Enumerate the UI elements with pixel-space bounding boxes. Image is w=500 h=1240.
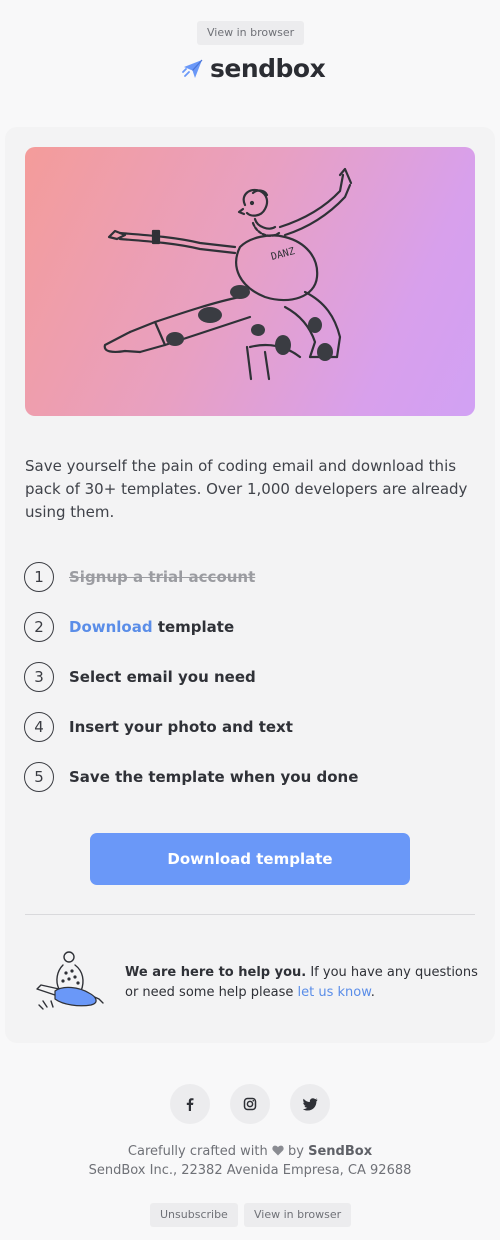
paper-plane-icon — [182, 59, 203, 78]
step-text: Select email you need — [69, 668, 256, 686]
step-5: 5 Save the template when you done — [24, 762, 358, 792]
footer-crafted-text: Carefully crafted with — [127, 1144, 268, 1159]
heart-icon — [272, 1145, 284, 1156]
shirt-text: DANZ — [270, 246, 296, 263]
instagram-icon — [243, 1097, 257, 1111]
step-number: 5 — [24, 762, 54, 792]
step-3: 3 Select email you need — [24, 662, 256, 692]
hero-illustration: DANZ — [25, 147, 475, 416]
dancer-illustration: DANZ — [103, 167, 353, 381]
step-text: template — [152, 618, 235, 636]
step-2: 2 Download template — [24, 612, 234, 642]
view-in-browser-link[interactable]: View in browser — [197, 21, 305, 45]
facebook-icon — [186, 1098, 194, 1111]
facebook-button[interactable] — [170, 1084, 210, 1124]
step-number: 2 — [24, 612, 54, 642]
contact-link[interactable]: let us know — [298, 985, 371, 1000]
unsubscribe-link[interactable]: Unsubscribe — [150, 1203, 238, 1227]
step-text: Insert your photo and text — [69, 718, 293, 736]
help-end: . — [370, 985, 375, 1000]
step-1: 1 Signup a trial account — [24, 562, 255, 592]
divider — [25, 914, 475, 915]
twitter-icon — [302, 1097, 317, 1110]
logo: sendbox — [182, 54, 326, 83]
download-template-button[interactable]: Download template — [90, 833, 410, 885]
footer-crafted: Carefully crafted with by SendBox — [0, 1144, 500, 1159]
help-text: We are here to help you. If you have any… — [125, 963, 480, 1003]
instagram-button[interactable] — [230, 1084, 270, 1124]
download-link[interactable]: Download — [69, 618, 153, 636]
step-number: 1 — [24, 562, 54, 592]
step-number: 3 — [24, 662, 54, 692]
twitter-button[interactable] — [290, 1084, 330, 1124]
footer-address: SendBox Inc., 22382 Avenida Empresa, CA … — [88, 1163, 412, 1178]
footer-view-in-browser-link[interactable]: View in browser — [244, 1203, 352, 1227]
content-card: DANZ Save yourself the pain of coding em… — [5, 127, 495, 1043]
logo-text: sendbox — [210, 54, 326, 83]
help-heading: We are here to help you. — [125, 965, 307, 980]
intro-text: Save yourself the pain of coding email a… — [25, 457, 468, 521]
step-4: 4 Insert your photo and text — [24, 712, 293, 742]
footer-by: by — [288, 1144, 304, 1159]
footer-brand: SendBox — [308, 1144, 373, 1159]
step-text: Signup a trial account — [69, 568, 256, 586]
helper-illustration — [36, 951, 104, 1010]
step-text: Save the template when you done — [69, 768, 359, 786]
step-number: 4 — [24, 712, 54, 742]
